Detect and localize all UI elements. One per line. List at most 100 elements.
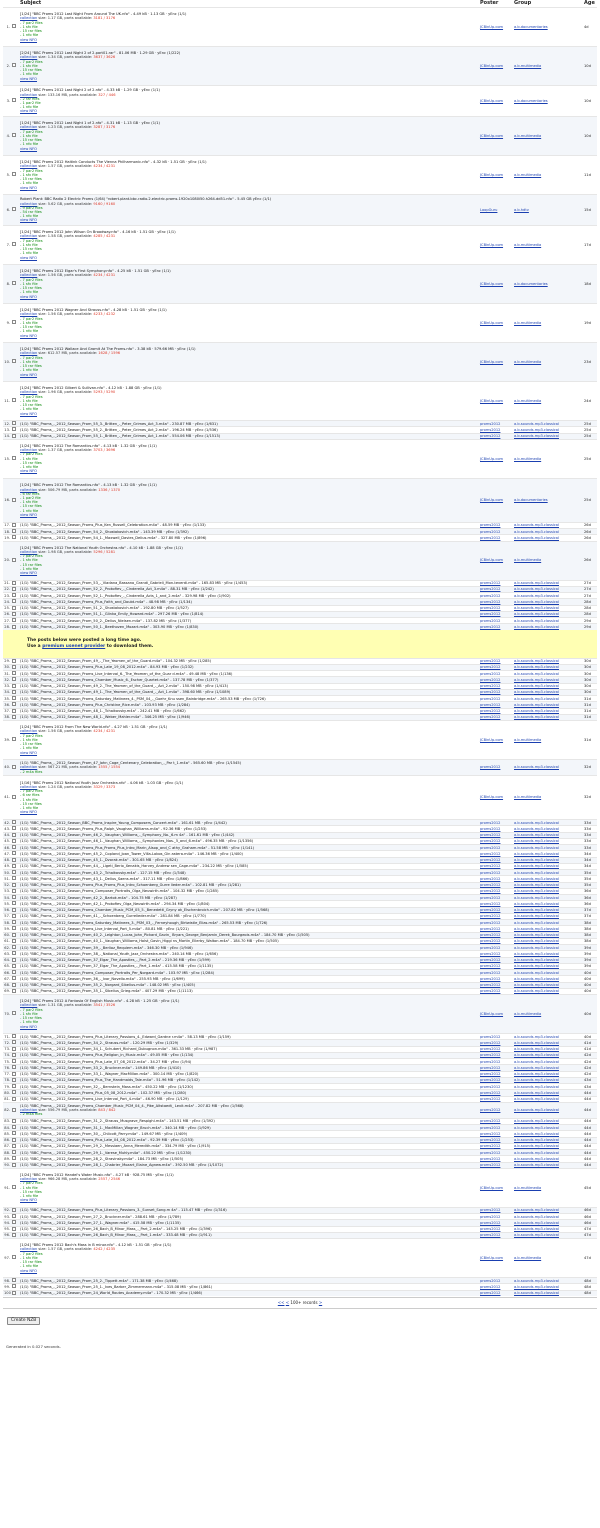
subject-text[interactable]: (1/1) "BBC_Proms_-_2012_Season_Prom_48_1… bbox=[20, 709, 478, 713]
row-checkbox[interactable] bbox=[12, 1059, 16, 1064]
row-checkbox[interactable] bbox=[12, 951, 16, 956]
row-checkbox[interactable] bbox=[12, 24, 16, 29]
poster-link[interactable]: proms2012 bbox=[480, 914, 500, 918]
row-checkbox[interactable] bbox=[12, 1107, 16, 1112]
subject-text[interactable]: (1/1) "BBC_Proms_-_2012_Season_Prom_28_2… bbox=[20, 1157, 478, 1161]
view-nfo-link[interactable]: view NFO bbox=[20, 810, 478, 814]
poster-link[interactable]: JCBinUp.com bbox=[480, 134, 503, 138]
group-link[interactable]: a.b.sounds.mp3.classical bbox=[514, 765, 559, 769]
poster-link[interactable]: proms2012 bbox=[480, 852, 500, 856]
row-checkbox[interactable] bbox=[12, 535, 16, 540]
collection-link[interactable]: collection bbox=[20, 273, 37, 277]
row-checkbox[interactable] bbox=[12, 1034, 16, 1039]
poster-link[interactable]: proms2012 bbox=[480, 939, 500, 943]
poster-link[interactable]: proms2012 bbox=[480, 1138, 500, 1142]
group-link[interactable]: a.b.multimedia bbox=[514, 738, 541, 742]
row-checkbox[interactable] bbox=[12, 1220, 16, 1225]
poster-link[interactable]: proms2012 bbox=[480, 703, 500, 707]
poster-link[interactable]: proms2012 bbox=[480, 871, 500, 875]
subject-text[interactable]: (1/1) "BBC_Proms_-_2012_Season_Prom_37_E… bbox=[20, 958, 478, 962]
group-link[interactable]: a.b.sounds.mp3.classical bbox=[514, 1233, 559, 1237]
collection-link[interactable]: collection bbox=[20, 1247, 37, 1251]
collection-link[interactable]: collection bbox=[20, 390, 37, 394]
group-link[interactable]: a.b.sounds.mp3.classical bbox=[514, 678, 559, 682]
poster-link[interactable]: proms2012 bbox=[480, 1060, 500, 1064]
subject-text[interactable]: (1/1) "BBC_Proms_-_2012_Season_Prom_46_2… bbox=[20, 833, 478, 837]
collection-link[interactable]: collection bbox=[20, 93, 37, 97]
group-link[interactable]: a.b.sounds.mp3.classical bbox=[514, 581, 559, 585]
poster-link[interactable]: proms2012 bbox=[480, 1097, 500, 1101]
group-link[interactable]: a.b.multimedia bbox=[514, 243, 541, 247]
poster-link[interactable]: proms2012 bbox=[480, 1035, 500, 1039]
subject-text[interactable]: (1/1) "BBC_Proms_-_2012_Season_Prom_55_1… bbox=[20, 434, 478, 438]
row-checkbox[interactable] bbox=[12, 587, 16, 591]
subject-text[interactable]: (1/1) "BBC_Proms_-_2012_Season_Prom_46_1… bbox=[20, 839, 478, 843]
poster-link[interactable]: proms2012 bbox=[480, 889, 500, 893]
row-checkbox[interactable] bbox=[12, 933, 16, 937]
row-checkbox[interactable] bbox=[12, 820, 16, 825]
group-link[interactable]: a.b.multimedia bbox=[514, 1186, 541, 1190]
row-checkbox[interactable] bbox=[12, 242, 16, 247]
poster-link[interactable]: proms2012 bbox=[480, 989, 500, 993]
poster-link[interactable]: JCBinUp.com bbox=[480, 558, 503, 562]
row-checkbox[interactable] bbox=[12, 1227, 16, 1231]
collection-link[interactable]: collection bbox=[20, 234, 37, 238]
poster-link[interactable]: proms2012 bbox=[480, 690, 500, 694]
row-checkbox[interactable] bbox=[12, 612, 16, 616]
row-checkbox[interactable] bbox=[12, 970, 16, 975]
view-nfo-link[interactable]: view NFO bbox=[20, 295, 478, 299]
collection-link[interactable]: collection bbox=[20, 202, 37, 206]
group-link[interactable]: a.b.sounds.mp3.classical bbox=[514, 594, 559, 598]
poster-link[interactable]: proms2012 bbox=[480, 765, 500, 769]
subject-text[interactable]: (1/1) "BBC_Proms_-_2012_Season_Prom_50_1… bbox=[20, 625, 478, 629]
subject-text[interactable]: (1/1) "BBC_Proms_-_2012_Season_Proms_Plu… bbox=[20, 665, 478, 669]
group-link[interactable]: a.b.sounds.mp3.classical bbox=[514, 1047, 559, 1051]
row-checkbox[interactable] bbox=[12, 1053, 16, 1057]
subject-text[interactable]: (1/1) "BBC_Proms_-_2012_Season_Prom_27_2… bbox=[20, 1215, 478, 1219]
subject-text[interactable]: (1/1) "BBC_Proms_-_2012_Season_Proms_Plu… bbox=[20, 703, 478, 707]
collection-link[interactable]: collection bbox=[20, 729, 37, 733]
group-link[interactable]: a.b.sounds.mp3.classical bbox=[514, 1285, 559, 1289]
row-checkbox[interactable] bbox=[12, 557, 16, 562]
row-checkbox[interactable] bbox=[12, 958, 16, 962]
subject-text[interactable]: (1/1) "BBC_Proms_-_2012_Season_Prom_35_2… bbox=[20, 983, 478, 987]
group-link[interactable]: a.b.sounds.mp3.classical bbox=[514, 697, 559, 701]
group-link[interactable]: a.b.sounds.mp3.classical bbox=[514, 914, 559, 918]
group-link[interactable]: a.b.sounds.mp3.classical bbox=[514, 600, 559, 604]
poster-link[interactable]: proms2012 bbox=[480, 434, 500, 438]
poster-link[interactable]: proms2012 bbox=[480, 536, 500, 540]
poster-link[interactable]: proms2012 bbox=[480, 1151, 500, 1155]
poster-link[interactable]: proms2012 bbox=[480, 846, 500, 850]
view-nfo-link[interactable]: view NFO bbox=[20, 513, 478, 517]
row-checkbox[interactable] bbox=[12, 794, 16, 799]
poster-link[interactable]: proms2012 bbox=[480, 606, 500, 610]
subject-text[interactable]: (1/1) "BBC_Proms_-_2012_Season_Proms_Plu… bbox=[20, 523, 478, 527]
group-link[interactable]: a.b.multimedia bbox=[514, 795, 541, 799]
subject-text[interactable]: (1/1) "BBC_Proms_-_2012_Season_Proms_Liv… bbox=[20, 1097, 478, 1101]
row-checkbox[interactable] bbox=[12, 618, 16, 623]
column-age[interactable]: Age bbox=[583, 0, 597, 8]
poster-link[interactable]: proms2012 bbox=[480, 684, 500, 688]
group-link[interactable]: a.b.sounds.mp3.classical bbox=[514, 939, 559, 943]
row-checkbox[interactable] bbox=[12, 926, 16, 931]
row-checkbox[interactable] bbox=[12, 1072, 16, 1076]
poster-link[interactable]: proms2012 bbox=[480, 659, 500, 663]
subject-text[interactable]: (1/1) "BBC_Proms_-_2012_Season_Prom_36_-… bbox=[20, 977, 478, 981]
subject-text[interactable]: (1/1) "BBC_Proms_-_2012_Season_Prom_25_1… bbox=[20, 1285, 478, 1289]
poster-link[interactable]: proms2012 bbox=[480, 1208, 500, 1212]
row-checkbox[interactable] bbox=[12, 908, 16, 912]
view-nfo-link[interactable]: view NFO bbox=[20, 147, 478, 151]
group-link[interactable]: a.b.sounds.mp3.classical bbox=[514, 908, 559, 912]
poster-link[interactable]: proms2012 bbox=[480, 833, 500, 837]
subject-text[interactable]: (1/1) "BBC_Proms_-_2012_Season_Prom_49_-… bbox=[20, 659, 478, 663]
poster-link[interactable]: proms2012 bbox=[480, 864, 500, 868]
subject-text[interactable]: (1/1) "BBC_Proms_-_2012_Season_Proms_Plu… bbox=[20, 1035, 478, 1039]
row-checkbox[interactable] bbox=[12, 133, 16, 138]
group-link[interactable]: a.b.sounds.mp3.classical bbox=[514, 871, 559, 875]
poster-link[interactable]: proms2012 bbox=[480, 709, 500, 713]
row-checkbox[interactable] bbox=[12, 696, 16, 701]
poster-link[interactable]: proms2012 bbox=[480, 523, 500, 527]
group-link[interactable]: a.b.sounds.mp3.classical bbox=[514, 852, 559, 856]
row-checkbox[interactable] bbox=[12, 98, 16, 103]
subject-text[interactable]: (1/1) "BBC_Proms_-_2012_Season_Prom_27_1… bbox=[20, 1221, 478, 1225]
